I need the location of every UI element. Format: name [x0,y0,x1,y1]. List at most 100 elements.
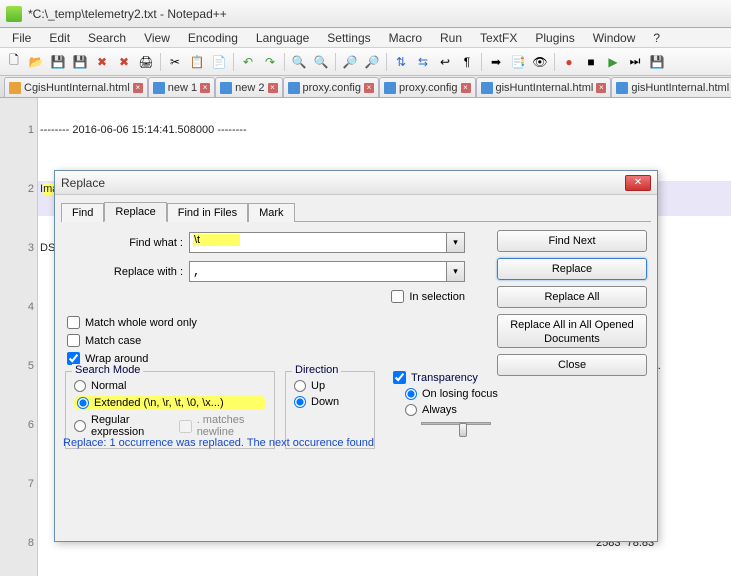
close-icon[interactable]: ✖ [92,52,112,72]
play-multi-icon[interactable]: ⏭ [625,52,645,72]
file-tab[interactable]: proxy.config× [283,77,380,97]
checkbox-icon[interactable] [67,334,80,347]
save-icon[interactable]: 💾 [48,52,68,72]
wrap-icon[interactable]: ↩ [435,52,455,72]
checkbox-icon [179,420,192,433]
menu-plugins[interactable]: Plugins [527,29,582,47]
radio-icon[interactable] [74,380,86,392]
transparency-checkbox[interactable]: Transparency [393,371,517,384]
radio-icon[interactable] [77,397,89,409]
close-all-icon[interactable]: ✖ [114,52,134,72]
file-tab[interactable]: gisHuntInternal.html× [476,77,612,97]
dialog-titlebar[interactable]: Replace ✕ [55,171,657,195]
tab-close-icon[interactable]: × [364,83,374,93]
file-tab-label: proxy.config [399,82,458,94]
menu-edit[interactable]: Edit [41,29,78,47]
open-file-icon[interactable]: 📂 [26,52,46,72]
tab-close-icon[interactable]: × [268,83,278,93]
file-tab[interactable]: proxy.config× [379,77,476,97]
replace-button[interactable]: Replace [497,258,647,280]
new-file-icon[interactable]: 🗋 [4,52,24,72]
sync-h-icon[interactable]: ⇆ [413,52,433,72]
menu-help[interactable]: ? [645,29,668,47]
radio-regex[interactable]: Regular expression . matches newline [74,414,266,438]
line-number: 3 [0,242,34,254]
menu-language[interactable]: Language [248,29,317,47]
checkbox-icon[interactable] [391,290,404,303]
tab-close-icon[interactable]: × [461,83,471,93]
find-next-button[interactable]: Find Next [497,230,647,252]
toolbar-separator [481,53,482,71]
tab-close-icon[interactable]: × [596,83,606,93]
tab-find-in-files[interactable]: Find in Files [167,203,248,222]
sync-v-icon[interactable]: ⇅ [391,52,411,72]
in-selection-checkbox[interactable]: In selection [391,290,465,303]
menu-textfx[interactable]: TextFX [472,29,525,47]
print-icon[interactable]: 🖨 [136,52,156,72]
menu-macro[interactable]: Macro [381,29,430,47]
radio-icon[interactable] [294,396,306,408]
replace-with-input[interactable] [189,261,447,282]
tab-close-icon[interactable]: × [200,83,210,93]
menu-run[interactable]: Run [432,29,470,47]
find-icon[interactable]: 🔍 [289,52,309,72]
transparency-slider[interactable] [421,422,491,438]
radio-always[interactable]: Always [405,404,517,416]
dialog-title: Replace [61,176,105,190]
replace-icon[interactable]: 🔍 [311,52,331,72]
dialog-close-button[interactable]: ✕ [625,175,651,191]
menu-window[interactable]: Window [585,29,644,47]
menu-file[interactable]: File [4,29,39,47]
indent-icon[interactable]: ➡ [486,52,506,72]
copy-icon[interactable]: 📋 [187,52,207,72]
radio-icon[interactable] [74,420,86,432]
record-icon[interactable]: ● [559,52,579,72]
replace-history-dropdown[interactable]: ▾ [447,261,465,282]
stop-icon[interactable]: ■ [581,52,601,72]
toolbar-separator [386,53,387,71]
zoom-in-icon[interactable]: 🔎 [340,52,360,72]
file-tab[interactable]: CgisHuntInternal.html× [4,77,148,97]
paste-icon[interactable]: 📄 [209,52,229,72]
zoom-out-icon[interactable]: 🔎 [362,52,382,72]
line-gutter [0,98,38,576]
radio-icon[interactable] [294,380,306,392]
checkbox-icon[interactable] [67,316,80,329]
find-history-dropdown[interactable]: ▾ [447,232,465,253]
lang-icon[interactable]: 📑 [508,52,528,72]
dialog-status: Replace: 1 occurrence was replaced. The … [63,437,374,449]
redo-icon[interactable]: ↷ [260,52,280,72]
file-tab[interactable]: new 1× [148,77,215,97]
monitor-icon[interactable]: 👁 [530,52,550,72]
menu-search[interactable]: Search [80,29,134,47]
find-value-highlight: \t [193,234,240,246]
find-what-input[interactable]: \t [189,232,447,253]
menu-settings[interactable]: Settings [319,29,378,47]
radio-icon[interactable] [405,388,417,400]
radio-up[interactable]: Up [294,380,366,392]
play-icon[interactable]: ▶ [603,52,623,72]
slider-thumb-icon[interactable] [459,423,467,437]
save-all-icon[interactable]: 💾 [70,52,90,72]
file-tab[interactable]: gisHuntInternal.html× [611,77,731,97]
replace-all-docs-button[interactable]: Replace All in All Opened Documents [497,314,647,348]
menu-view[interactable]: View [136,29,178,47]
radio-extended[interactable]: Extended (\n, \r, \t, \0, \x...) [74,396,266,410]
tab-replace[interactable]: Replace [104,202,166,222]
radio-on-losing-focus[interactable]: On losing focus [405,388,517,400]
tab-mark[interactable]: Mark [248,203,294,222]
chars-icon[interactable]: ¶ [457,52,477,72]
radio-icon[interactable] [405,404,417,416]
tab-find[interactable]: Find [61,203,104,222]
save-macro-icon[interactable]: 💾 [647,52,667,72]
replace-all-button[interactable]: Replace All [497,286,647,308]
checkbox-icon[interactable] [393,371,406,384]
radio-down[interactable]: Down [294,396,366,408]
radio-normal[interactable]: Normal [74,380,266,392]
undo-icon[interactable]: ↶ [238,52,258,72]
file-icon [384,82,396,94]
menu-encoding[interactable]: Encoding [180,29,246,47]
cut-icon[interactable]: ✂ [165,52,185,72]
tab-close-icon[interactable]: × [133,83,143,93]
file-tab[interactable]: new 2× [215,77,282,97]
